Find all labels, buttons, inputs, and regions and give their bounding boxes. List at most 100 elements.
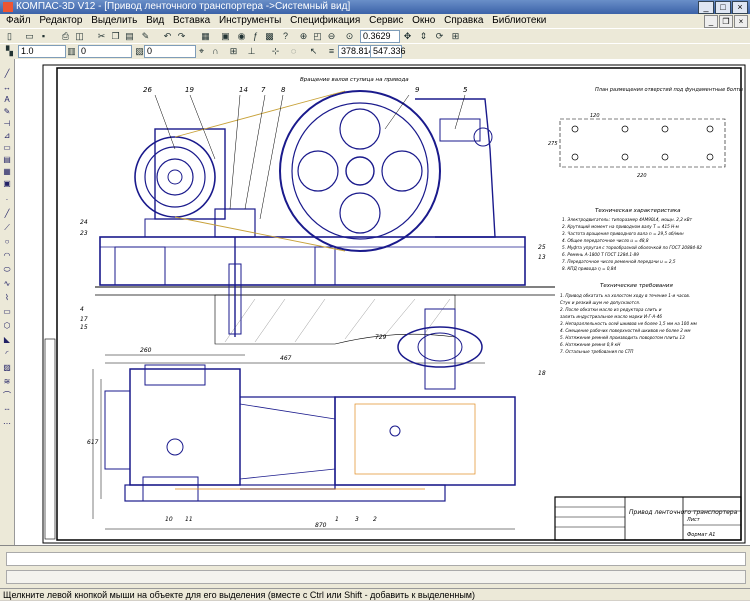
open-icon[interactable]: ▭: [24, 31, 35, 41]
doc-minimize-button[interactable]: _: [704, 15, 718, 28]
zoom-dynamic-icon[interactable]: ⇕: [418, 31, 429, 41]
magnet-icon[interactable]: ∩: [210, 46, 221, 56]
polygon-icon[interactable]: ⬡: [2, 321, 12, 330]
insert-icon[interactable]: ▣: [2, 179, 12, 188]
copy-icon[interactable]: ❐: [110, 31, 121, 41]
reports-icon[interactable]: ▦: [2, 167, 12, 176]
tech-req-title: Технические требования: [600, 283, 673, 289]
undo-icon[interactable]: ↶: [162, 31, 173, 41]
pan-icon[interactable]: ✥: [402, 31, 413, 41]
properties-field[interactable]: [6, 552, 746, 566]
dimension-value: 275: [548, 141, 558, 147]
show-all-icon[interactable]: ⊞: [450, 31, 461, 41]
zoom-icon[interactable]: ⊙: [344, 31, 355, 41]
coord-y-field[interactable]: 547.336: [370, 45, 406, 58]
dimensions-icon[interactable]: ↔: [2, 83, 12, 92]
parameters-field[interactable]: [6, 570, 746, 584]
tech-char-line: 7. Передаточное число ременной передачи …: [562, 259, 676, 264]
doc-close-button[interactable]: ×: [734, 15, 748, 28]
menu-insert[interactable]: Вставка: [173, 15, 210, 26]
menu-help[interactable]: Справка: [444, 15, 483, 26]
spline-icon[interactable]: ∿: [2, 279, 12, 288]
equidistant-icon[interactable]: ≋: [2, 377, 12, 386]
line-width-field[interactable]: 1.0: [18, 45, 66, 58]
chamfer-icon[interactable]: ◣: [2, 335, 12, 344]
zoom-in-icon[interactable]: ⊕: [298, 31, 309, 41]
line-icon[interactable]: ╱: [2, 209, 12, 218]
grid-icon[interactable]: ⊞: [228, 46, 239, 56]
cut-icon[interactable]: ✂: [96, 31, 107, 41]
menu-libraries[interactable]: Библиотеки: [492, 15, 546, 26]
drawing-canvas[interactable]: 26 19 14 7 8 9 5 Вращение валов ступица …: [15, 59, 750, 545]
round-icon[interactable]: ◌: [288, 46, 299, 56]
refresh-icon[interactable]: ⟳: [434, 31, 445, 41]
zoom-scale-field[interactable]: 0.3629: [360, 30, 400, 43]
segment-icon[interactable]: ⟋: [2, 223, 12, 232]
aux-line-icon[interactable]: ┄: [2, 405, 12, 414]
menu-edit[interactable]: Редактор: [39, 15, 82, 26]
maximize-button[interactable]: □: [715, 1, 731, 14]
minimize-button[interactable]: _: [698, 1, 714, 14]
menu-select[interactable]: Выделить: [91, 15, 137, 26]
part-label: 18: [538, 370, 546, 377]
menu-tools[interactable]: Инструменты: [219, 15, 281, 26]
snap-icon[interactable]: ⌖: [196, 46, 207, 56]
close-button[interactable]: ×: [732, 1, 748, 14]
doc-restore-button[interactable]: ❐: [719, 15, 733, 28]
format-icon[interactable]: ✎: [140, 31, 151, 41]
hatch-icon[interactable]: ▨: [2, 363, 12, 372]
local-cs-icon[interactable]: ⊹: [270, 46, 281, 56]
part-label: 5: [463, 86, 468, 94]
point-icon[interactable]: ·: [2, 195, 12, 204]
ortho-icon[interactable]: ⊥: [246, 46, 257, 56]
help-icon[interactable]: ?: [280, 31, 291, 41]
zoom-out-icon[interactable]: ⊖: [326, 31, 337, 41]
zoom-window-icon[interactable]: ◰: [312, 31, 323, 41]
edit-icon[interactable]: ✎: [2, 107, 12, 116]
print-icon[interactable]: ⎙: [60, 31, 71, 41]
foundation-hatch: [224, 298, 451, 343]
ellipse-icon[interactable]: ⬭: [2, 265, 12, 274]
coord-x-field[interactable]: 378.814: [338, 45, 374, 58]
menu-window[interactable]: Окно: [412, 15, 435, 26]
part-label: 3: [355, 516, 359, 523]
paste-icon[interactable]: ▤: [124, 31, 135, 41]
circle-icon[interactable]: ○: [2, 237, 12, 246]
rectangle-icon[interactable]: ▭: [2, 307, 12, 316]
parametrization-icon[interactable]: ⊣: [2, 119, 12, 128]
fillet-icon[interactable]: ◜: [2, 349, 12, 358]
contour-icon[interactable]: ⌒: [2, 391, 12, 400]
cursor-icon[interactable]: ↖: [308, 46, 319, 56]
preview-icon[interactable]: ◫: [74, 31, 85, 41]
variables-icon[interactable]: ▩: [264, 31, 275, 41]
designations-icon[interactable]: A: [2, 95, 12, 104]
tech-req-line: 3. Непараллельность осей шкивов не более…: [560, 321, 697, 326]
layer-field[interactable]: 0: [144, 45, 196, 58]
menu-bar: Файл Редактор Выделить Вид Вставка Инстр…: [0, 14, 750, 28]
library-icon[interactable]: ◉: [236, 31, 247, 41]
collection-icon[interactable]: ⋯: [2, 419, 12, 428]
menu-view[interactable]: Вид: [146, 15, 164, 26]
manager-icon[interactable]: ▣: [220, 31, 231, 41]
layer-icon[interactable]: ▚: [4, 46, 15, 56]
menu-specification[interactable]: Спецификация: [290, 15, 360, 26]
belt-upper: [174, 90, 346, 138]
select-icon[interactable]: ▭: [2, 143, 12, 152]
polyline-icon[interactable]: ⌇: [2, 293, 12, 302]
coord-icon[interactable]: ≡: [326, 46, 337, 56]
properties-icon[interactable]: ▦: [200, 31, 211, 41]
motor-fan-cover: [104, 390, 131, 470]
save-icon[interactable]: ▪: [38, 31, 49, 41]
style-icon[interactable]: ▥: [66, 46, 77, 56]
menu-file[interactable]: Файл: [6, 15, 31, 26]
menu-service[interactable]: Сервис: [369, 15, 403, 26]
function-icon[interactable]: ƒ: [250, 31, 261, 41]
redo-icon[interactable]: ↷: [176, 31, 187, 41]
geometry-icon[interactable]: ╱: [2, 69, 12, 78]
arc-icon[interactable]: ◠: [2, 251, 12, 260]
frame-web: [314, 246, 336, 286]
new-document-icon[interactable]: ▯: [4, 31, 15, 41]
measure-icon[interactable]: ⊿: [2, 131, 12, 140]
view-field[interactable]: 0: [78, 45, 132, 58]
spec-icon[interactable]: ▤: [2, 155, 12, 164]
